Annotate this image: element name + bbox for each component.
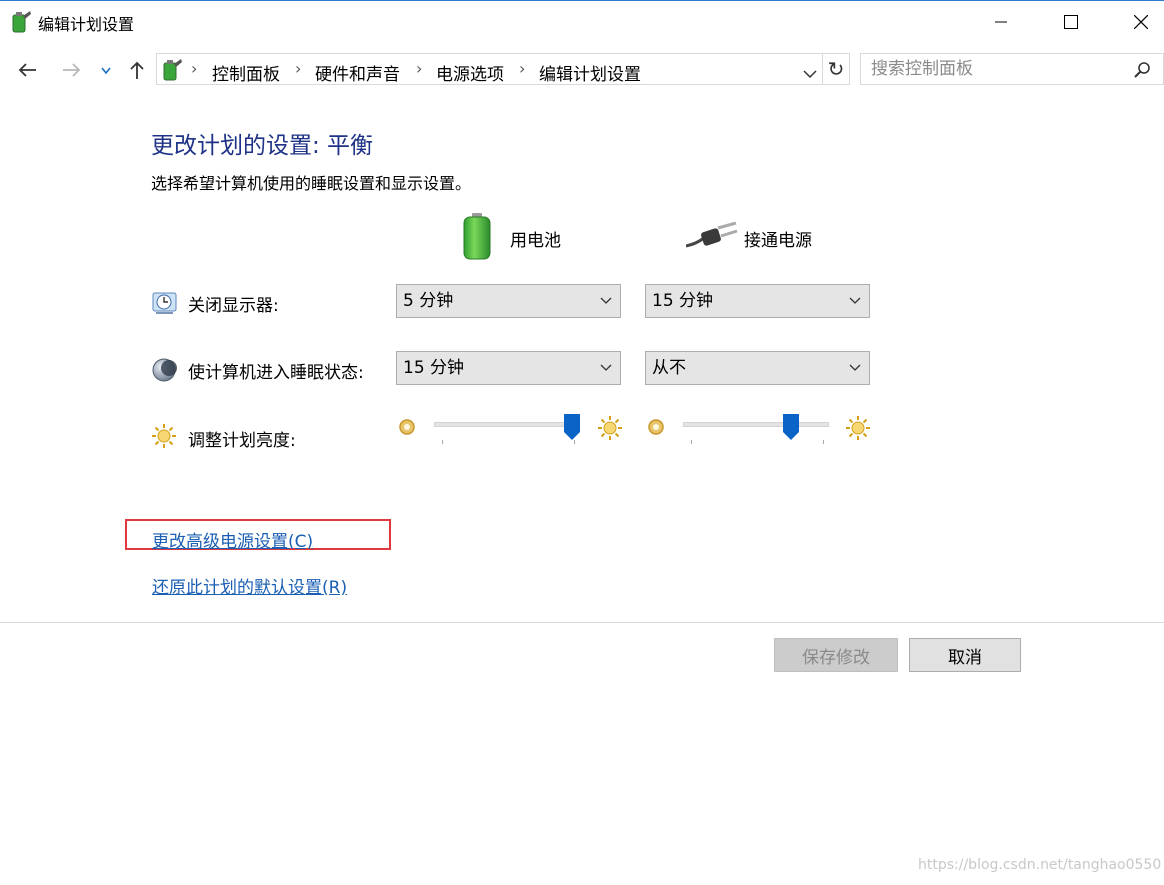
brightness-battery-slider[interactable] bbox=[434, 414, 580, 446]
display-off-plugged-value: 15 分钟 bbox=[652, 291, 714, 311]
breadcrumb-separator[interactable]: › bbox=[295, 59, 301, 78]
slider-thumb[interactable] bbox=[783, 414, 800, 440]
restore-defaults-link[interactable]: 还原此计划的默认设置(R) bbox=[152, 573, 347, 598]
forward-button[interactable] bbox=[59, 57, 85, 83]
back-arrow-icon bbox=[18, 63, 36, 77]
chevron-down-icon bbox=[600, 364, 612, 371]
display-clock-icon bbox=[152, 290, 178, 320]
page-description: 选择希望计算机使用的睡眠设置和显示设置。 bbox=[151, 174, 472, 193]
close-button[interactable] bbox=[1118, 0, 1164, 44]
maximize-button[interactable] bbox=[1048, 0, 1094, 44]
advanced-power-settings-link[interactable]: 更改高级电源设置(C) bbox=[152, 527, 313, 552]
minimize-button[interactable] bbox=[978, 0, 1024, 44]
slider-tick bbox=[442, 440, 443, 444]
sleep-label: 使计算机进入睡眠状态: bbox=[188, 363, 364, 383]
breadcrumb-hardware-sound[interactable]: 硬件和声音 bbox=[315, 60, 400, 85]
chevron-down-icon bbox=[101, 67, 111, 75]
save-changes-button[interactable]: 保存修改 bbox=[774, 638, 898, 672]
page-heading: 更改计划的设置: 平衡 bbox=[151, 133, 374, 159]
refresh-icon: ↻ bbox=[827, 57, 845, 81]
plugged-in-column-header: 接通电源 bbox=[744, 231, 812, 251]
chevron-down-icon bbox=[849, 364, 861, 371]
close-icon bbox=[1134, 15, 1148, 29]
chevron-down-icon bbox=[849, 297, 861, 304]
control-panel-location-icon bbox=[161, 58, 183, 86]
refresh-button[interactable]: ↻ bbox=[822, 53, 850, 85]
display-off-plugged-select[interactable]: 15 分钟 bbox=[645, 284, 870, 318]
search-box[interactable] bbox=[860, 53, 1164, 85]
brightness-high-icon bbox=[845, 415, 871, 445]
battery-column-header: 用电池 bbox=[510, 231, 561, 251]
slider-tick bbox=[691, 440, 692, 444]
breadcrumb-separator[interactable]: › bbox=[191, 59, 197, 78]
minimize-icon bbox=[995, 21, 1007, 23]
brightness-low-icon bbox=[397, 417, 417, 441]
slider-track bbox=[434, 422, 580, 427]
breadcrumb-control-panel[interactable]: 控制面板 bbox=[212, 60, 280, 85]
breadcrumb-power-options[interactable]: 电源选项 bbox=[436, 60, 504, 85]
sleep-moon-icon bbox=[152, 357, 178, 387]
address-bar[interactable]: › 控制面板 › 硬件和声音 › 电源选项 › 编辑计划设置 bbox=[156, 53, 850, 85]
brightness-label: 调整计划亮度: bbox=[188, 431, 296, 451]
search-input[interactable] bbox=[869, 54, 1123, 84]
power-plug-icon bbox=[685, 221, 738, 254]
cancel-button[interactable]: 取消 bbox=[909, 638, 1021, 672]
breadcrumb-separator[interactable]: › bbox=[416, 59, 422, 78]
search-icon[interactable] bbox=[1133, 61, 1151, 83]
footer-divider bbox=[0, 622, 1164, 623]
brightness-plugged-slider[interactable] bbox=[683, 414, 829, 446]
back-button[interactable] bbox=[14, 57, 40, 83]
slider-thumb[interactable] bbox=[564, 414, 580, 440]
brightness-high-icon bbox=[597, 415, 623, 445]
slider-tick bbox=[823, 440, 824, 444]
display-off-battery-select[interactable]: 5 分钟 bbox=[396, 284, 621, 318]
up-arrow-icon bbox=[130, 61, 144, 79]
recent-locations-button[interactable] bbox=[95, 58, 117, 84]
address-history-dropdown[interactable] bbox=[803, 64, 817, 83]
battery-icon bbox=[462, 212, 492, 264]
breadcrumb-separator[interactable]: › bbox=[519, 59, 525, 78]
turn-off-display-label: 关闭显示器: bbox=[188, 296, 279, 316]
maximize-icon bbox=[1064, 15, 1078, 29]
sleep-battery-select[interactable]: 15 分钟 bbox=[396, 351, 621, 385]
forward-arrow-icon bbox=[63, 63, 81, 77]
chevron-down-icon bbox=[600, 297, 612, 304]
slider-tick bbox=[574, 440, 575, 444]
brightness-low-icon bbox=[646, 417, 666, 441]
slider-track bbox=[683, 422, 829, 427]
window-title: 编辑计划设置 bbox=[38, 15, 135, 34]
display-off-battery-value: 5 分钟 bbox=[403, 291, 454, 311]
brightness-sun-icon bbox=[151, 423, 177, 453]
watermark: https://blog.csdn.net/tanghao0550 bbox=[918, 857, 1162, 873]
chevron-down-icon bbox=[803, 70, 817, 79]
sleep-battery-value: 15 分钟 bbox=[403, 358, 465, 378]
breadcrumb-edit-plan-settings[interactable]: 编辑计划设置 bbox=[539, 60, 641, 85]
sleep-plugged-value: 从不 bbox=[652, 358, 686, 378]
power-options-app-icon bbox=[10, 10, 32, 38]
sleep-plugged-select[interactable]: 从不 bbox=[645, 351, 870, 385]
up-button[interactable] bbox=[124, 57, 150, 83]
